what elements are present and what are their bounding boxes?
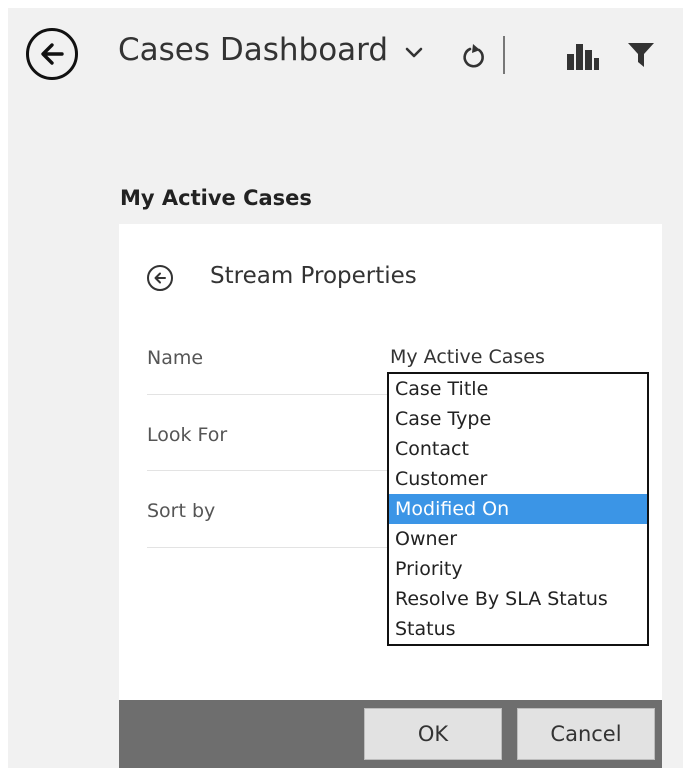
section-title: My Active Cases (120, 186, 312, 210)
back-arrow-icon (154, 272, 166, 284)
sort-option-owner[interactable]: Owner (389, 524, 647, 554)
name-label: Name (147, 347, 204, 369)
refresh-icon (463, 44, 484, 68)
cancel-button[interactable]: Cancel (517, 708, 655, 760)
sort-option-priority[interactable]: Priority (389, 554, 647, 584)
divider (147, 547, 387, 548)
bar-chart-icon (567, 44, 599, 70)
dashboard-selector[interactable]: Cases Dashboard (118, 32, 424, 68)
panel-title: Stream Properties (210, 263, 417, 289)
name-value[interactable]: My Active Cases (390, 346, 545, 368)
page-title: Cases Dashboard (118, 32, 389, 68)
sort-by-dropdown-list[interactable]: Case Title Case Type Contact Customer Mo… (387, 372, 649, 646)
sort-option-status[interactable]: Status (389, 614, 647, 644)
sort-option-contact[interactable]: Contact (389, 434, 647, 464)
look-for-label: Look For (147, 424, 228, 446)
back-arrow-icon (41, 43, 64, 65)
filter-icon (628, 43, 654, 67)
sort-option-modified-on[interactable]: Modified On (389, 494, 647, 524)
sort-option-case-type[interactable]: Case Type (389, 404, 647, 434)
back-button[interactable] (26, 28, 78, 80)
sort-option-resolve-by-sla-status[interactable]: Resolve By SLA Status (389, 584, 647, 614)
panel-back-button[interactable] (147, 265, 173, 291)
sort-option-customer[interactable]: Customer (389, 464, 647, 494)
chart-button[interactable] (566, 40, 600, 70)
chevron-down-icon (404, 46, 424, 60)
toolbar-divider (503, 36, 505, 74)
filter-button[interactable] (627, 42, 655, 68)
sort-by-label: Sort by (147, 500, 216, 522)
refresh-button[interactable] (460, 40, 488, 72)
sort-option-case-title[interactable]: Case Title (389, 374, 647, 404)
divider (147, 470, 387, 471)
divider (147, 394, 387, 395)
ok-button[interactable]: OK (364, 708, 502, 760)
header-bar: Cases Dashboard (0, 0, 683, 100)
